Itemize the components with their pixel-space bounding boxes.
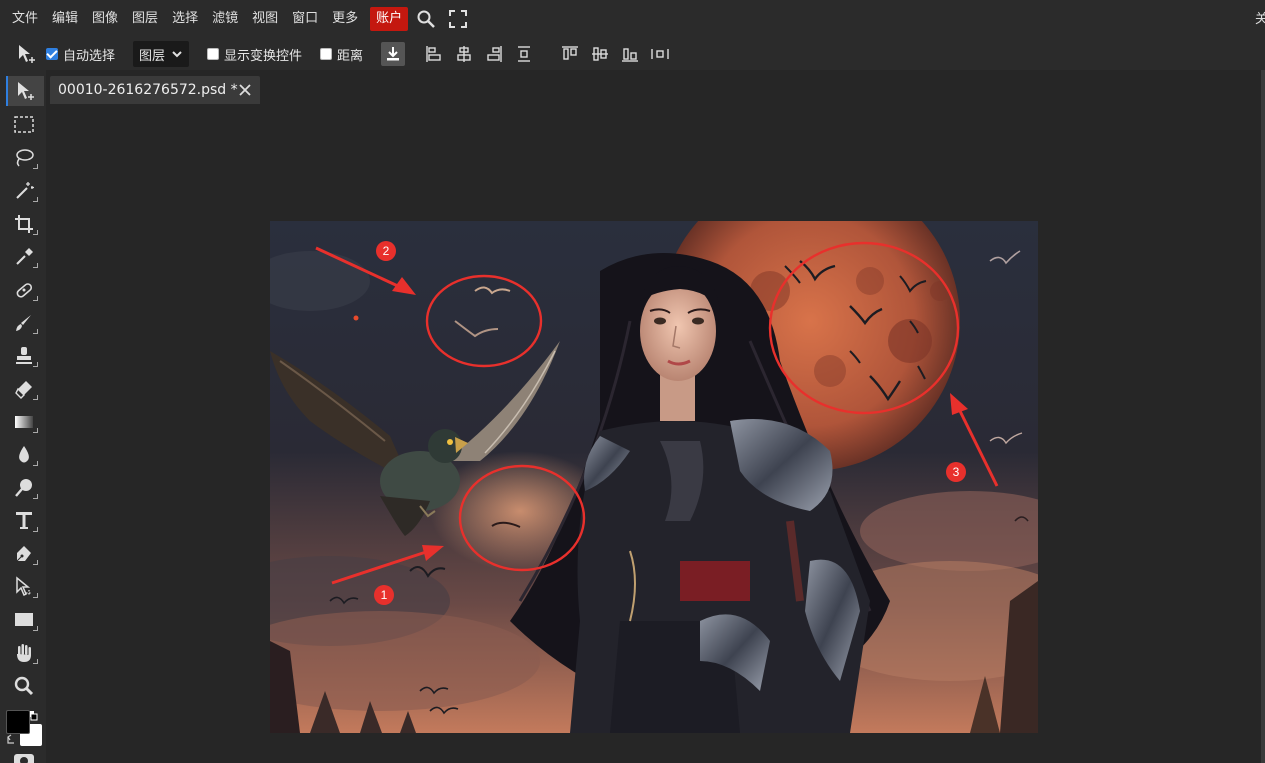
move-arrow-icon [18, 82, 34, 100]
foreground-color-swatch[interactable] [6, 710, 30, 734]
search-icon[interactable] [412, 5, 440, 33]
rectangle-icon [15, 613, 33, 626]
hand-tool[interactable] [8, 638, 40, 668]
magnifier-icon [14, 676, 34, 696]
marquee-tool[interactable] [8, 110, 40, 140]
document-tab-label: 00010-2616276572.psd * [58, 82, 238, 98]
eraser-tool[interactable] [8, 374, 40, 404]
align-left-icon[interactable] [423, 43, 445, 65]
annotation-badge-3: 3 [946, 462, 966, 482]
align-bottom-icon[interactable] [619, 43, 641, 65]
dodge-tool[interactable] [8, 473, 40, 503]
chevron-down-icon [172, 51, 182, 58]
svg-text:2: 2 [383, 244, 390, 258]
show-transform-check-box[interactable] [207, 48, 220, 60]
crop-tool[interactable] [8, 209, 40, 239]
brush-icon [16, 315, 31, 331]
brush-tool[interactable] [8, 308, 40, 338]
cutoff-menu-label[interactable]: 关 [1255, 8, 1265, 27]
menu-select[interactable]: 选择 [166, 7, 204, 31]
crop-icon [15, 215, 33, 233]
path-select-icon [16, 576, 32, 597]
menu-layer[interactable]: 图层 [126, 7, 164, 31]
path-select-tool[interactable] [8, 572, 40, 602]
lasso-icon [16, 149, 34, 167]
quick-mask-icon[interactable] [14, 754, 34, 763]
align-hcenter-icon[interactable] [453, 43, 475, 65]
annotation-badge-1: 1 [374, 585, 394, 605]
healing-brush-tool[interactable] [8, 275, 40, 305]
hand-icon [17, 644, 31, 662]
menu-edit[interactable]: 编辑 [46, 7, 84, 31]
menu-bar: 文件 编辑 图像 图层 选择 滤镜 视图 窗口 更多 账户 关 [0, 0, 1265, 38]
reset-colors-icon[interactable] [6, 734, 18, 746]
shape-tool[interactable] [8, 605, 40, 635]
show-transform-label: 显示变换控件 [224, 48, 303, 64]
distance-checkbox[interactable]: 距离 [320, 45, 363, 64]
auto-select-label: 自动选择 [63, 48, 116, 64]
eyedropper-tool[interactable] [8, 242, 40, 272]
dodge-icon [15, 479, 32, 497]
eraser-icon [15, 381, 32, 399]
align-vcenter-icon[interactable] [589, 43, 611, 65]
auto-select-checkbox[interactable]: 自动选择 [46, 45, 115, 64]
menu-filter[interactable]: 滤镜 [206, 7, 244, 31]
show-transform-checkbox[interactable]: 显示变换控件 [207, 45, 302, 64]
type-tool[interactable] [8, 506, 40, 536]
distance-check-box[interactable] [320, 48, 333, 60]
lasso-tool[interactable] [8, 143, 40, 173]
align-right-icon[interactable] [483, 43, 505, 65]
magic-wand-icon [16, 182, 34, 199]
artwork-image[interactable]: 2 1 3 [270, 221, 1038, 733]
layer-dropdown[interactable]: 图层 [133, 41, 190, 67]
menu-window[interactable]: 窗口 [286, 7, 324, 31]
zoom-tool[interactable] [8, 671, 40, 701]
drop-icon [19, 446, 29, 463]
blur-tool[interactable] [8, 440, 40, 470]
bandage-icon [16, 283, 33, 298]
download-icon[interactable] [381, 42, 406, 66]
document-tab[interactable]: 00010-2616276572.psd * [50, 76, 260, 104]
align-top-icon[interactable] [559, 43, 581, 65]
fullscreen-icon[interactable] [444, 5, 472, 33]
svg-text:1: 1 [381, 588, 388, 602]
svg-text:3: 3 [953, 465, 960, 479]
menu-account[interactable]: 账户 [370, 7, 409, 31]
menu-file[interactable]: 文件 [6, 7, 44, 31]
right-panel-edge [1261, 70, 1265, 763]
distribute-horizontal-icon[interactable] [513, 43, 535, 65]
gradient-tool[interactable] [8, 407, 40, 437]
gradient-icon [15, 416, 33, 428]
annotation-badge-2: 2 [376, 241, 396, 261]
move-tool[interactable] [6, 76, 44, 106]
distance-label: 距离 [337, 48, 364, 64]
menu-image[interactable]: 图像 [86, 7, 124, 31]
move-tool-indicator-icon [16, 43, 38, 65]
magic-wand-tool[interactable] [8, 176, 40, 206]
color-swatches [4, 708, 44, 748]
stamp-tool[interactable] [8, 341, 40, 371]
auto-select-check-mark[interactable] [46, 48, 58, 60]
tools-panel [0, 70, 46, 763]
menu-view[interactable]: 视图 [246, 7, 284, 31]
layer-dropdown-value: 图层 [139, 48, 166, 64]
eyedropper-icon [16, 248, 33, 265]
options-bar: 自动选择 图层 显示变换控件 距离 [0, 38, 1265, 70]
stamp-icon [16, 347, 32, 364]
menu-more[interactable]: 更多 [326, 7, 364, 31]
pen-icon [15, 546, 31, 563]
marquee-icon [14, 116, 34, 133]
close-icon[interactable] [238, 83, 252, 97]
type-icon [16, 512, 32, 529]
distribute-vertical-icon[interactable] [649, 43, 671, 65]
pen-tool[interactable] [8, 539, 40, 569]
